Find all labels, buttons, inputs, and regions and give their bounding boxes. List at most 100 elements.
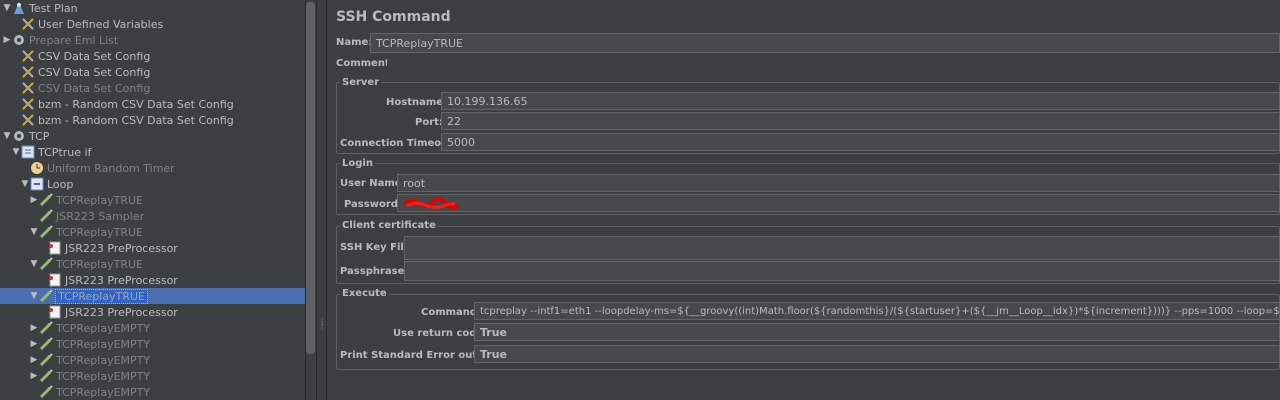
connection-timeout-label: Connection Timeout: <box>340 138 458 149</box>
tree-item[interactable]: JSR223 PreProcessor <box>0 272 305 288</box>
preprocessor-icon <box>48 241 62 255</box>
wrench-icon <box>21 81 35 95</box>
tree-item-label: TCPReplayTRUE <box>55 288 148 304</box>
tree-item-label: Uniform Random Timer <box>47 161 175 175</box>
sampler-icon <box>39 385 53 399</box>
tree-item[interactable]: ▼ TCPReplayTRUE <box>0 256 305 272</box>
panel-title: SSH Command <box>336 9 451 25</box>
expand-right-icon[interactable]: ▶ <box>29 323 39 333</box>
passphrase-field[interactable] <box>404 261 1280 281</box>
expand-down-icon[interactable]: ▼ <box>20 179 30 189</box>
sampler-icon <box>39 353 53 367</box>
expand-down-icon[interactable]: ▼ <box>29 259 39 269</box>
tree-item-label: TCP <box>29 129 50 143</box>
wrench-icon <box>21 97 35 111</box>
tree-item[interactable]: CSV Data Set Config <box>0 48 305 64</box>
tree-item[interactable]: JSR223 Sampler <box>0 208 305 224</box>
tree-item-label: User Defined Variables <box>38 17 164 31</box>
tree-item[interactable]: bzm - Random CSV Data Set Config <box>0 96 305 112</box>
tree-item-label: JSR223 Sampler <box>56 209 145 223</box>
tree-item[interactable]: CSV Data Set Config <box>0 80 305 96</box>
tree-item[interactable]: ▼ TCPReplayTRUE <box>0 288 305 304</box>
tree-item-label: JSR223 PreProcessor <box>65 241 178 255</box>
tree-item-label: CSV Data Set Config <box>38 81 151 95</box>
tree-item[interactable]: TCPReplayEMPTY <box>0 384 305 400</box>
tree-item[interactable]: CSV Data Set Config <box>0 64 305 80</box>
client-certificate-group-title: Client certificate <box>340 220 438 231</box>
timer-icon <box>30 161 44 175</box>
tree-item-label: TCPReplayEMPTY <box>56 321 151 335</box>
sampler-icon <box>39 193 53 207</box>
tree-item[interactable]: JSR223 PreProcessor <box>0 304 305 320</box>
sampler-icon <box>39 225 53 239</box>
password-label: Password: <box>344 199 402 210</box>
tree-item-label: TCPReplayTRUE <box>56 257 143 271</box>
tree-item-label: bzm - Random CSV Data Set Config <box>38 97 234 111</box>
divider-grip-icon[interactable]: ⋮ ⋮ <box>318 318 326 332</box>
expand-down-icon[interactable]: ▼ <box>11 147 21 157</box>
sampler-icon <box>39 369 53 383</box>
preprocessor-icon <box>48 273 62 287</box>
port-label: Port: <box>415 117 443 128</box>
tree-item[interactable]: ▶ TCPReplayEMPTY <box>0 352 305 368</box>
login-group-title: Login <box>340 158 375 169</box>
tree-item-label: TCPReplayTRUE <box>56 225 143 239</box>
tree-item[interactable]: ▼ TCP <box>0 128 305 144</box>
tree-item[interactable]: ▶ TCPReplayEMPTY <box>0 336 305 352</box>
gear-icon <box>12 33 26 47</box>
wrench-icon <box>21 49 35 63</box>
tree-item[interactable]: ▼ TCPtrue if <box>0 144 305 160</box>
tree-item[interactable]: JSR223 PreProcessor <box>0 240 305 256</box>
hostname-label: Hostname: <box>386 97 448 108</box>
tree-item[interactable]: User Defined Variables <box>0 16 305 32</box>
expand-right-icon[interactable]: ▶ <box>29 195 39 205</box>
tree-item-label: Loop <box>47 177 74 191</box>
print-stderr-select[interactable]: True <box>474 345 1280 363</box>
expand-down-icon[interactable]: ▼ <box>29 291 39 301</box>
ssh-key-file-field[interactable] <box>404 236 1280 260</box>
tree-item[interactable]: ▼ Loop <box>0 176 305 192</box>
connection-timeout-field[interactable]: 5000 <box>441 133 1280 151</box>
expand-right-icon[interactable]: ▶ <box>29 339 39 349</box>
tree-scrollbar-thumb[interactable] <box>306 2 315 354</box>
comments-field[interactable] <box>387 54 1280 70</box>
tree-item[interactable]: ▼ Test Plan <box>0 0 305 16</box>
tree-item-label: TCPReplayEMPTY <box>56 337 151 351</box>
expand-right-icon[interactable]: ▶ <box>29 355 39 365</box>
tree-item-label: TCPReplayEMPTY <box>56 369 151 383</box>
preprocessor-icon <box>48 305 62 319</box>
user-name-label: User Name: <box>340 178 406 189</box>
password-field[interactable] <box>397 194 1280 212</box>
execute-group-title: Execute <box>340 288 389 299</box>
passphrase-label: Passphrase: <box>340 266 409 277</box>
tree-item-label: CSV Data Set Config <box>38 65 151 79</box>
wrench-icon <box>21 17 35 31</box>
tree-item[interactable]: ▶ Prepare Eml List <box>0 32 305 48</box>
name-field[interactable]: TCPReplayTRUE <box>370 33 1280 53</box>
expand-down-icon[interactable]: ▼ <box>2 131 12 141</box>
expand-down-icon[interactable]: ▼ <box>29 227 39 237</box>
tree-item-label: TCPReplayEMPTY <box>56 385 151 399</box>
hostname-field[interactable]: 10.199.136.65 <box>441 92 1280 110</box>
expand-right-icon[interactable]: ▶ <box>2 35 12 45</box>
loop-icon <box>30 177 44 191</box>
expand-right-icon[interactable]: ▶ <box>29 371 39 381</box>
sampler-icon <box>39 337 53 351</box>
tree-item[interactable]: ▶ TCPReplayEMPTY <box>0 368 305 384</box>
tree-item[interactable]: ▼ TCPReplayTRUE <box>0 224 305 240</box>
use-return-code-select[interactable]: True <box>474 323 1280 341</box>
tree-item[interactable]: ▶ TCPReplayEMPTY <box>0 320 305 336</box>
sampler-icon <box>39 321 53 335</box>
test-plan-tree[interactable]: ▼ Test Plan User Defined Variables ▶ Prepare… <box>0 0 305 400</box>
user-name-field[interactable]: root <box>397 174 1280 192</box>
tree-item-label: TCPReplayTRUE <box>56 193 143 207</box>
tree-item-label: JSR223 PreProcessor <box>65 273 178 287</box>
expand-down-icon[interactable]: ▼ <box>2 3 12 13</box>
tree-item[interactable]: bzm - Random CSV Data Set Config <box>0 112 305 128</box>
port-field[interactable]: 22 <box>441 112 1280 130</box>
tree-item[interactable]: ▶ TCPReplayTRUE <box>0 192 305 208</box>
split-divider[interactable] <box>316 0 327 400</box>
command-field[interactable]: tcpreplay --intf1=eth1 --loopdelay-ms=${… <box>474 302 1280 320</box>
tree-item[interactable]: Uniform Random Timer <box>0 160 305 176</box>
sampler-icon <box>39 289 53 303</box>
